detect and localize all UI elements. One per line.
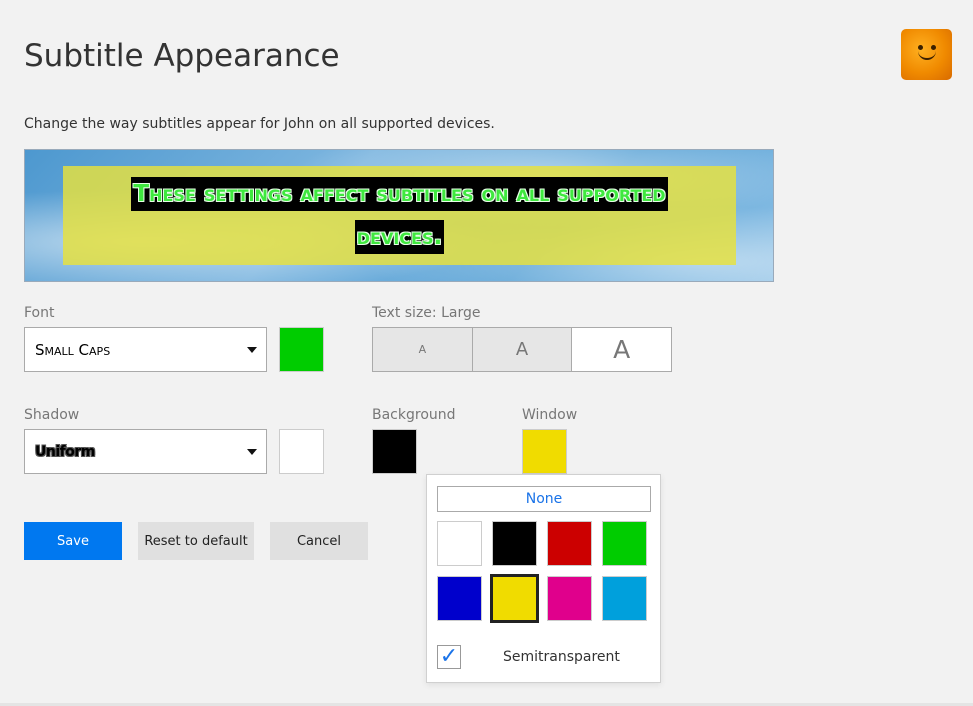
avatar-smile-icon xyxy=(918,51,936,60)
shadow-label: Shadow xyxy=(24,407,80,423)
font-select[interactable]: Small Caps xyxy=(24,327,267,372)
background-label: Background xyxy=(372,407,456,423)
color-option-yellow[interactable] xyxy=(490,574,539,623)
avatar-eye-icon xyxy=(931,45,936,50)
color-option-white[interactable] xyxy=(437,521,482,566)
semitransparent-label: Semitransparent xyxy=(503,649,620,665)
checkmark-icon: ✓ xyxy=(439,644,459,669)
color-option-green[interactable] xyxy=(602,521,647,566)
font-label: Font xyxy=(24,305,55,321)
color-option-blue[interactable] xyxy=(437,576,482,621)
cancel-button[interactable]: Cancel xyxy=(270,522,368,560)
semitransparent-checkbox[interactable]: ✓ xyxy=(437,645,461,669)
page-description: Change the way subtitles appear for John… xyxy=(24,116,495,132)
preview-text-content: These settings affect subtitles on all s… xyxy=(131,176,668,254)
avatar-eye-icon xyxy=(918,45,923,50)
text-size-label: Text size: Large xyxy=(372,305,481,321)
window-label: Window xyxy=(522,407,578,423)
shadow-select-value: Uniform xyxy=(35,443,95,460)
chevron-down-icon xyxy=(247,347,257,353)
text-size-medium-button[interactable]: A xyxy=(472,328,573,371)
font-color-swatch[interactable] xyxy=(279,327,324,372)
color-none-option[interactable]: None xyxy=(437,486,651,512)
text-size-large-button[interactable]: A xyxy=(572,328,672,371)
preview-window: These settings affect subtitles on all s… xyxy=(63,166,736,265)
font-select-value: Small Caps xyxy=(35,340,111,359)
background-color-swatch[interactable] xyxy=(372,429,417,474)
shadow-select[interactable]: Uniform xyxy=(24,429,267,474)
color-option-black[interactable] xyxy=(492,521,537,566)
preview-text: These settings affect subtitles on all s… xyxy=(103,173,696,259)
save-button[interactable]: Save xyxy=(24,522,122,560)
text-size-small-button[interactable]: A xyxy=(373,328,473,371)
reset-to-default-button[interactable]: Reset to default xyxy=(138,522,254,560)
color-option-magenta[interactable] xyxy=(547,576,592,621)
window-color-picker: None ✓ Semitransparent xyxy=(426,474,661,683)
page-title: Subtitle Appearance xyxy=(24,38,340,74)
window-color-swatch[interactable] xyxy=(522,429,567,474)
avatar[interactable] xyxy=(901,29,952,80)
shadow-color-swatch[interactable] xyxy=(279,429,324,474)
chevron-down-icon xyxy=(247,449,257,455)
color-option-red[interactable] xyxy=(547,521,592,566)
subtitle-preview: These settings affect subtitles on all s… xyxy=(24,149,774,282)
color-option-cyan[interactable] xyxy=(602,576,647,621)
text-size-selector: A A A xyxy=(372,327,672,372)
